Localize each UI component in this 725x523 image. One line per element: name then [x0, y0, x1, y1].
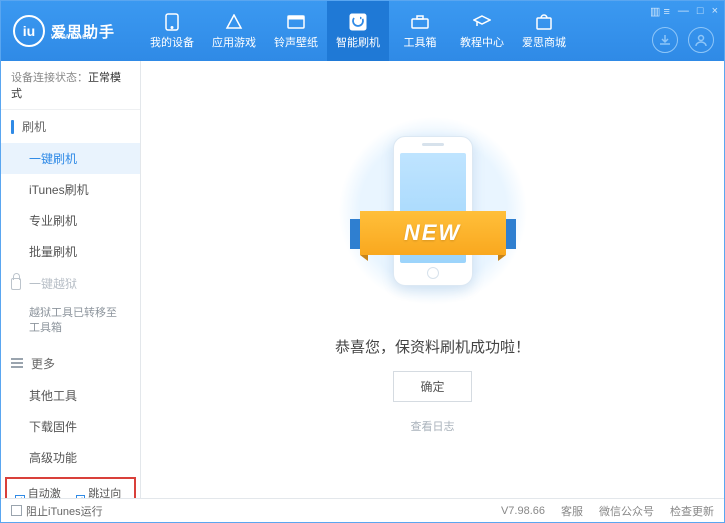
jailbreak-note: 越狱工具已转移至工具箱 — [29, 306, 122, 337]
sidebar-item-itunes[interactable]: iTunes刷机 — [1, 174, 140, 205]
window-menu-icon[interactable]: ▥ ≡ — [650, 5, 670, 18]
version-label: V7.98.66 — [501, 505, 545, 517]
header-actions — [652, 27, 714, 53]
success-message: 恭喜您，保资料刷机成功啦！ — [335, 336, 530, 357]
sidebar-item-firmware[interactable]: 下载固件 — [1, 411, 140, 442]
wallpaper-icon — [286, 13, 306, 31]
nav-my-device[interactable]: 我的设备 — [141, 1, 203, 61]
sidebar-item-pro[interactable]: 专业刷机 — [1, 205, 140, 236]
nav-store[interactable]: 爱思商城 — [513, 1, 575, 61]
view-log-link[interactable]: 查看日志 — [411, 418, 455, 434]
sidebar-group-more[interactable]: 更多 — [1, 347, 140, 380]
user-button[interactable] — [688, 27, 714, 53]
lock-icon — [11, 278, 21, 290]
footer: 阻止iTunes运行 V7.98.66 客服 微信公众号 检查更新 — [1, 498, 724, 522]
nav-apps[interactable]: 应用游戏 — [203, 1, 265, 61]
sidebar-group-flash[interactable]: 刷机 — [1, 110, 140, 143]
flash-icon — [348, 13, 368, 31]
top-nav: 我的设备 应用游戏 铃声壁纸 智能刷机 工具箱 教程中心 — [141, 1, 575, 61]
sidebar-item-batch[interactable]: 批量刷机 — [1, 236, 140, 267]
header: iu 爱思助手 www.i4.cn 我的设备 应用游戏 铃声壁纸 智能刷机 — [1, 1, 724, 61]
apps-icon — [224, 13, 244, 31]
accent-bar-icon — [11, 120, 14, 134]
store-icon — [534, 13, 554, 31]
option-checkboxes: ✓自动激活 ✓跳过向导 — [5, 477, 136, 498]
maximize-icon[interactable]: □ — [697, 5, 704, 18]
phone-icon — [162, 13, 182, 31]
update-link[interactable]: 检查更新 — [670, 503, 714, 519]
nav-tutorials[interactable]: 教程中心 — [451, 1, 513, 61]
sidebar: 设备连接状态：正常模式 刷机 一键刷机 iTunes刷机 专业刷机 批量刷机 一… — [1, 61, 141, 498]
app-url: www.i4.cn — [51, 31, 92, 41]
toolbox-icon — [410, 13, 430, 31]
block-itunes-checkbox[interactable]: 阻止iTunes运行 — [11, 503, 103, 519]
app-window: iu 爱思助手 www.i4.cn 我的设备 应用游戏 铃声壁纸 智能刷机 — [0, 0, 725, 523]
success-illustration: NEW — [358, 126, 508, 306]
wechat-link[interactable]: 微信公众号 — [599, 503, 654, 519]
body: 设备连接状态：正常模式 刷机 一键刷机 iTunes刷机 专业刷机 批量刷机 一… — [1, 61, 724, 498]
nav-flash[interactable]: 智能刷机 — [327, 1, 389, 61]
tutorial-icon — [472, 13, 492, 31]
download-button[interactable] — [652, 27, 678, 53]
nav-toolbox[interactable]: 工具箱 — [389, 1, 451, 61]
nav-ringtones[interactable]: 铃声壁纸 — [265, 1, 327, 61]
sidebar-item-advanced[interactable]: 高级功能 — [1, 442, 140, 473]
checkbox-skip-guide[interactable]: ✓跳过向导 — [76, 485, 127, 498]
footer-right: V7.98.66 客服 微信公众号 检查更新 — [501, 503, 714, 519]
new-ribbon: NEW — [350, 211, 516, 257]
logo-icon: iu — [13, 15, 45, 47]
service-link[interactable]: 客服 — [561, 503, 583, 519]
connection-status: 设备连接状态：正常模式 — [1, 61, 140, 110]
sidebar-item-oneclick[interactable]: 一键刷机 — [1, 143, 140, 174]
close-icon[interactable]: × — [712, 5, 718, 18]
sidebar-group-jailbreak[interactable]: 一键越狱 — [1, 267, 140, 300]
hamburger-icon — [11, 356, 23, 370]
window-controls: ▥ ≡ — □ × — [650, 5, 718, 18]
logo-area: iu 爱思助手 www.i4.cn — [1, 15, 141, 47]
ok-button[interactable]: 确定 — [393, 371, 471, 402]
sidebar-item-other[interactable]: 其他工具 — [1, 380, 140, 411]
checkbox-icon — [11, 505, 22, 516]
main-content: NEW 恭喜您，保资料刷机成功啦！ 确定 查看日志 — [141, 61, 724, 498]
minimize-icon[interactable]: — — [678, 5, 689, 18]
checkbox-auto-activate[interactable]: ✓自动激活 — [15, 485, 66, 498]
